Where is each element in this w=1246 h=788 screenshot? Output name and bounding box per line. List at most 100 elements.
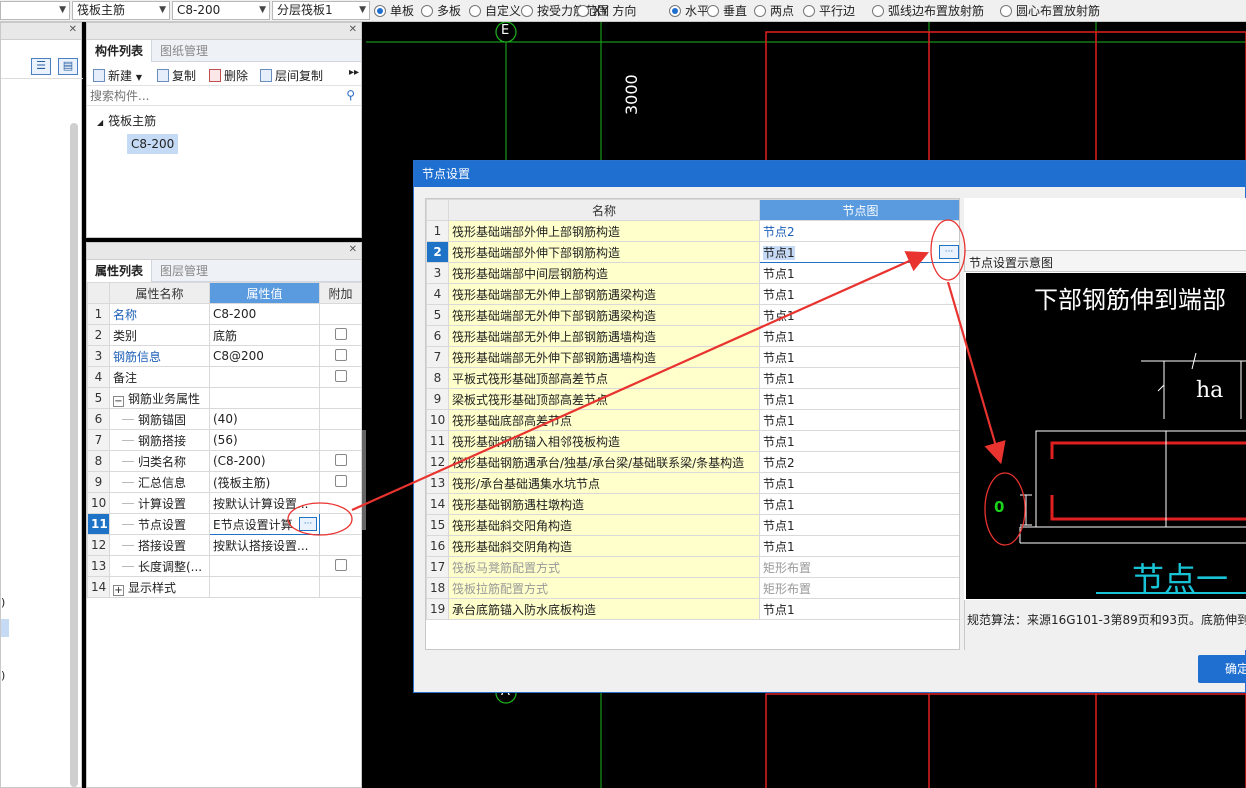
property-value-cell[interactable]: (C8-200)	[209, 450, 320, 472]
checkbox[interactable]	[334, 327, 347, 340]
more-icon[interactable]: ▸▸	[349, 67, 359, 78]
checkbox[interactable]	[334, 558, 347, 571]
node-diagram-cell[interactable]: 节点1	[759, 262, 959, 284]
node-diagram-cell[interactable]: 矩形布置	[759, 577, 959, 599]
property-value-cell[interactable]	[209, 576, 320, 598]
node-row[interactable]: 2 筏形基础端部外伸下部钢筋构造 节点1 ···	[426, 241, 959, 263]
expand-plus-icon[interactable]: +	[113, 584, 124, 596]
property-value-cell[interactable]: 底筋	[209, 324, 320, 346]
layer-select[interactable]: 分层筏板1 ▼	[272, 1, 370, 20]
search-icon[interactable]: ⚲	[346, 88, 355, 102]
node-row[interactable]: 10 筏形基础底部高差节点 节点1	[426, 409, 959, 431]
radio-option-10[interactable]: 圆心布置放射筋	[1000, 2, 1100, 20]
node-row[interactable]: 13 筏形/承台基础遇集水坑节点 节点1	[426, 472, 959, 494]
property-extra-cell[interactable]	[319, 555, 362, 577]
property-value-cell[interactable]: C8-200	[209, 303, 320, 325]
copy-button[interactable]: 复制	[157, 67, 196, 84]
component-search-input[interactable]	[87, 86, 337, 105]
node-row[interactable]: 17 筏板马凳筋配置方式 矩形布置	[426, 556, 959, 578]
node-row[interactable]: 19 承台底筋锚入防水底板构造 节点1	[426, 598, 959, 620]
property-row[interactable]: 13 长度调整(...	[87, 555, 362, 577]
floor-copy-button[interactable]: 层间复制	[260, 67, 323, 84]
checkbox[interactable]	[334, 369, 347, 382]
tab-layer-management[interactable]: 图层管理	[152, 260, 216, 282]
property-extra-cell[interactable]	[319, 366, 362, 388]
property-row[interactable]: 5− 钢筋业务属性	[87, 387, 362, 409]
property-value-cell[interactable]	[209, 366, 320, 388]
radio-option-7[interactable]: 两点	[754, 2, 794, 20]
checkbox[interactable]	[334, 474, 347, 487]
checkbox[interactable]	[334, 348, 347, 361]
node-row[interactable]: 9 梁板式筏形基础顶部高差节点 节点1	[426, 388, 959, 410]
expand-triangle-icon[interactable]: ◢	[97, 118, 103, 127]
node-row[interactable]: 12 筏形基础钢筋遇承台/独基/承台梁/基础联系梁/条基构造 节点2	[426, 451, 959, 473]
splitter-handle[interactable]	[362, 430, 366, 530]
radio-option-1[interactable]: 多板	[421, 2, 461, 20]
node-row[interactable]: 18 筏板拉筋配置方式 矩形布置	[426, 577, 959, 599]
property-value-cell[interactable]: 按默认搭接设置...	[209, 534, 320, 556]
property-extra-cell[interactable]	[319, 471, 362, 493]
property-row[interactable]: 8 归类名称 (C8-200)	[87, 450, 362, 472]
node-diagram-cell[interactable]: 节点1	[759, 367, 959, 389]
node-row[interactable]: 1 筏形基础端部外伸上部钢筋构造 节点2	[426, 220, 959, 242]
delete-button[interactable]: 删除	[209, 67, 248, 84]
property-value-cell[interactable]	[209, 387, 320, 409]
node-diagram-cell[interactable]: 节点1	[759, 388, 959, 410]
ellipsis-button-icon[interactable]: ···	[939, 245, 959, 259]
node-row[interactable]: 4 筏形基础端部无外伸上部钢筋遇梁构造 节点1	[426, 283, 959, 305]
tab-drawing-management[interactable]: 图纸管理	[152, 40, 216, 62]
node-row[interactable]: 6 筏形基础端部无外伸上部钢筋遇墙构造 节点1	[426, 325, 959, 347]
node-row[interactable]: 16 筏形基础斜交阴角构造 节点1	[426, 535, 959, 557]
node-row[interactable]: 15 筏形基础斜交阳角构造 节点1	[426, 514, 959, 536]
node-diagram-cell[interactable]: 节点1	[759, 472, 959, 494]
node-row[interactable]: 8 平板式筏形基础顶部高差节点 节点1	[426, 367, 959, 389]
property-value-cell[interactable]: (56)	[209, 429, 320, 451]
radio-option-8[interactable]: 平行边	[803, 2, 855, 20]
toolbar-arrow-stub[interactable]: ▼	[0, 1, 70, 20]
component-type-select[interactable]: 筏板主筋 ▼	[72, 1, 170, 20]
property-row[interactable]: 12 搭接设置 按默认搭接设置...	[87, 534, 362, 556]
node-row[interactable]: 14 筏形基础钢筋遇柱墩构造 节点1	[426, 493, 959, 515]
property-extra-cell[interactable]	[319, 450, 362, 472]
property-value-cell[interactable]: E节点设置计算 ···	[209, 513, 320, 535]
component-name-select[interactable]: C8-200 ▼	[172, 1, 270, 20]
radio-option-0[interactable]: 单板	[374, 2, 414, 20]
node-diagram-cell[interactable]: 矩形布置	[759, 556, 959, 578]
node-diagram-cell[interactable]: 节点1	[759, 409, 959, 431]
node-diagram-cell[interactable]: 节点1 ···	[759, 241, 959, 263]
property-row[interactable]: 9 汇总信息 (筏板主筋)	[87, 471, 362, 493]
radio-option-6[interactable]: 垂直	[707, 2, 747, 20]
property-row[interactable]: 3 钢筋信息 C8@200	[87, 345, 362, 367]
node-diagram-cell[interactable]: 节点1	[759, 346, 959, 368]
property-row[interactable]: 4 备注	[87, 366, 362, 388]
node-diagram-cell[interactable]: 节点1	[759, 514, 959, 536]
left-panel-scrollbar[interactable]	[70, 123, 78, 787]
new-button[interactable]: 新建 ▼	[93, 67, 142, 84]
node-diagram-cell[interactable]: 节点1	[759, 430, 959, 452]
property-value-cell[interactable]: 按默认计算设置...	[209, 492, 320, 514]
tab-component-list[interactable]: 构件列表	[87, 40, 153, 62]
node-diagram-cell[interactable]: 节点2	[759, 220, 959, 242]
tree-node-c8-200[interactable]: C8-200	[127, 134, 179, 154]
node-row[interactable]: 5 筏形基础端部无外伸下部钢筋遇梁构造 节点1	[426, 304, 959, 326]
property-row[interactable]: 6 钢筋锚固 (40)	[87, 408, 362, 430]
node-row[interactable]: 3 筏形基础端部中间层钢筋构造 节点1	[426, 262, 959, 284]
node-diagram-cell[interactable]: 节点1	[759, 598, 959, 620]
node-row[interactable]: 7 筏形基础端部无外伸下部钢筋遇墙构造 节点1	[426, 346, 959, 368]
close-icon[interactable]: ✕	[69, 24, 77, 35]
node-diagram-cell[interactable]: 节点1	[759, 535, 959, 557]
radio-option-5[interactable]: 水平	[669, 2, 709, 20]
tab-property-list[interactable]: 属性列表	[87, 260, 153, 282]
node-diagram-cell[interactable]: 节点1	[759, 283, 959, 305]
property-value-cell[interactable]: C8@200	[209, 345, 320, 367]
node-diagram-cell[interactable]: 节点1	[759, 325, 959, 347]
property-row[interactable]: 7 钢筋搭接 (56)	[87, 429, 362, 451]
tree-node-root[interactable]: ◢ 筏板主筋	[97, 112, 156, 129]
detail-view-icon[interactable]: ▤	[58, 58, 78, 75]
property-value-cell[interactable]	[209, 555, 320, 577]
list-view-icon[interactable]: ☰	[31, 58, 51, 75]
property-extra-cell[interactable]	[319, 324, 362, 346]
node-row[interactable]: 11 筏形基础钢筋锚入相邻筏板构造 节点1	[426, 430, 959, 452]
radio-option-9[interactable]: 弧线边布置放射筋	[872, 2, 984, 20]
ok-button[interactable]: 确定	[1198, 655, 1246, 683]
